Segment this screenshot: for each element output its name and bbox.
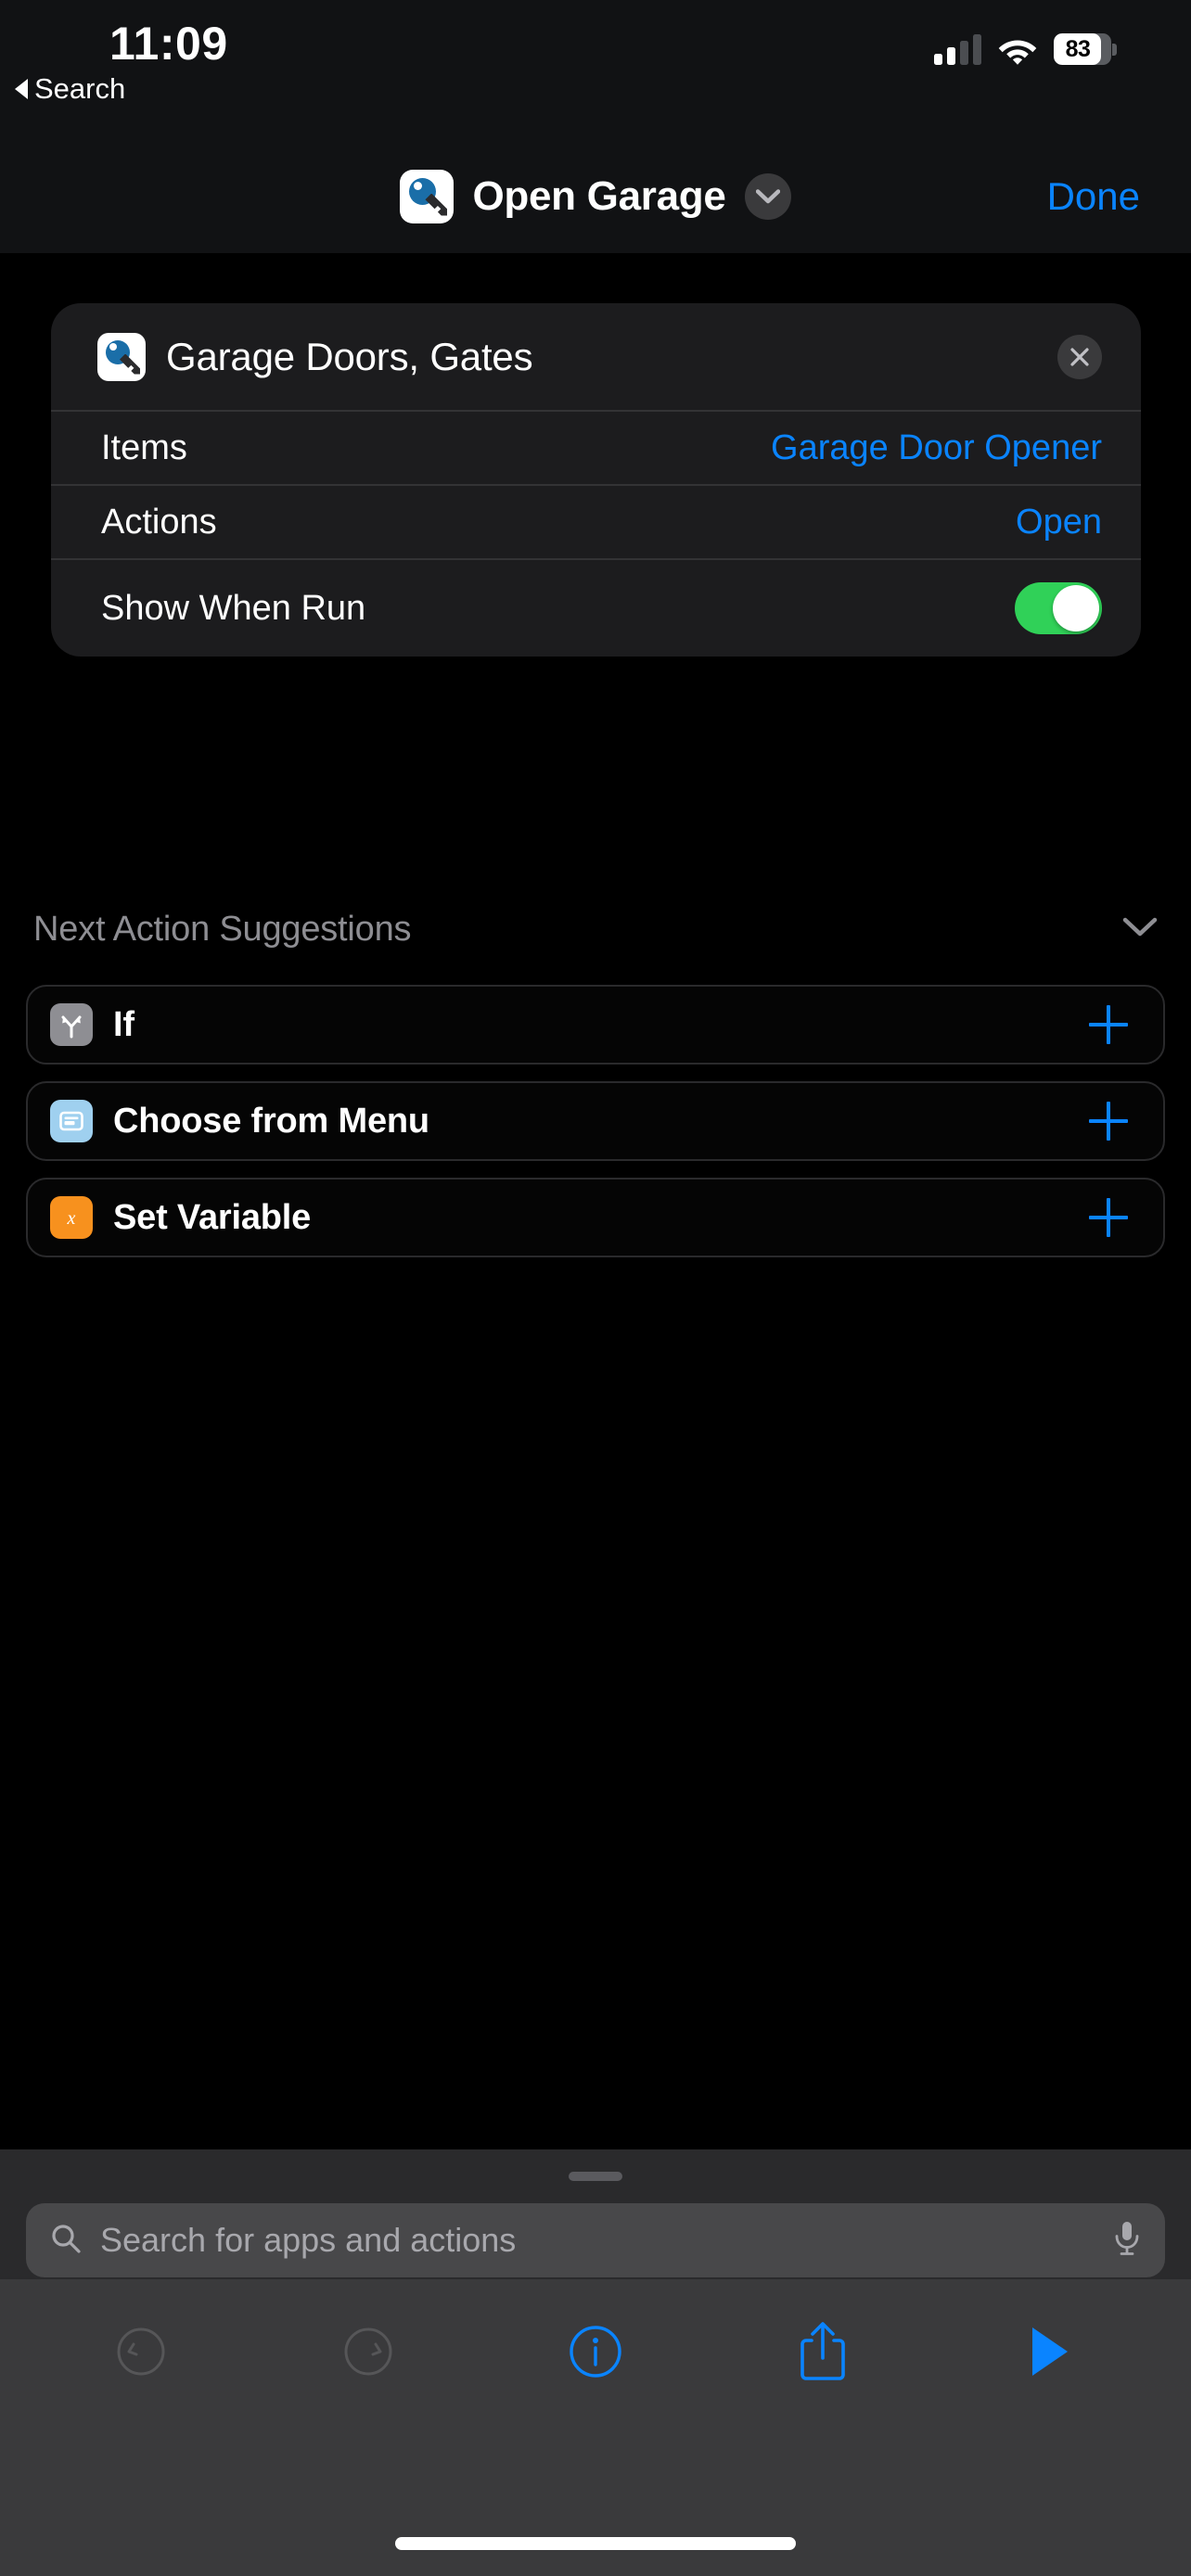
back-to-search-link[interactable]: Search	[15, 72, 125, 106]
key-icon	[97, 332, 146, 381]
parameter-row-show-when-run: Show When Run	[51, 560, 1141, 657]
parameter-row-items[interactable]: Items Garage Door Opener	[51, 412, 1141, 484]
search-placeholder: Search for apps and actions	[100, 2221, 517, 2259]
bottom-toolbar	[0, 2279, 1191, 2424]
close-x-icon[interactable]	[1057, 334, 1102, 379]
share-button[interactable]	[778, 2307, 867, 2396]
run-button[interactable]	[1005, 2307, 1095, 2396]
home-indicator	[395, 2537, 796, 2550]
plus-icon[interactable]	[1087, 1196, 1130, 1239]
microphone-icon[interactable]	[1113, 2220, 1141, 2262]
drag-handle[interactable]	[569, 2172, 622, 2181]
variable-x-icon: x	[50, 1196, 93, 1239]
suggestion-item-set-variable[interactable]: x Set Variable	[26, 1178, 1165, 1257]
svg-text:x: x	[67, 1208, 76, 1229]
next-action-suggestions-header[interactable]: Next Action Suggestions	[33, 901, 1158, 957]
key-icon	[400, 169, 455, 223]
page-title: Open Garage	[472, 172, 726, 219]
search-panel: Search for apps and actions	[0, 2149, 1191, 2279]
done-button[interactable]: Done	[1047, 139, 1140, 253]
search-input[interactable]: Search for apps and actions	[26, 2203, 1165, 2277]
plus-icon[interactable]	[1087, 1100, 1130, 1142]
shortcut-title-group[interactable]: Open Garage	[0, 139, 1191, 253]
status-bar: 11:09 83	[0, 0, 1191, 139]
suggestion-label: Choose from Menu	[113, 1101, 429, 1141]
action-card: Garage Doors, Gates Items Garage Door Op…	[51, 303, 1141, 657]
battery-percent-label: 83	[1065, 35, 1091, 62]
parameter-value[interactable]: Open	[1016, 503, 1102, 542]
action-card-header[interactable]: Garage Doors, Gates	[51, 303, 1141, 410]
action-card-title: Garage Doors, Gates	[166, 334, 533, 378]
parameter-label: Actions	[101, 502, 217, 542]
parameter-label: Show When Run	[101, 588, 366, 628]
suggestion-item-if[interactable]: If	[26, 985, 1165, 1065]
plus-icon[interactable]	[1087, 1003, 1130, 1046]
suggestion-label: Set Variable	[113, 1197, 312, 1237]
back-triangle-icon	[15, 79, 28, 99]
status-bar-time: 11:09	[109, 18, 228, 70]
battery-icon: 83	[1054, 33, 1117, 65]
parameter-row-actions[interactable]: Actions Open	[51, 486, 1141, 558]
menu-list-icon	[50, 1100, 93, 1142]
parameter-value[interactable]: Garage Door Opener	[771, 428, 1102, 468]
shortcuts-editor-screen: 11:09 83 Search Open Garage Done Garage …	[0, 0, 1191, 2576]
home-indicator-area	[0, 2424, 1191, 2576]
chevron-down-icon[interactable]	[744, 172, 791, 220]
status-bar-indicators: 83	[934, 33, 1117, 65]
redo-button[interactable]	[324, 2307, 413, 2396]
parameter-label: Items	[101, 427, 187, 467]
info-button[interactable]	[551, 2307, 640, 2396]
search-icon	[50, 2223, 82, 2259]
undo-button[interactable]	[96, 2307, 186, 2396]
suggestions-list: If Choose from Menu x Set Variable	[26, 985, 1165, 1274]
navigation-bar: Open Garage Done	[0, 139, 1191, 253]
branch-icon	[50, 1003, 93, 1046]
cellular-signal-icon	[934, 33, 981, 65]
suggestions-header-label: Next Action Suggestions	[33, 909, 412, 949]
suggestion-item-choose-from-menu[interactable]: Choose from Menu	[26, 1081, 1165, 1161]
wifi-icon	[997, 34, 1038, 65]
back-link-label: Search	[34, 72, 126, 105]
show-when-run-toggle[interactable]	[1015, 582, 1102, 634]
suggestion-label: If	[113, 1004, 134, 1044]
chevron-down-icon[interactable]	[1122, 917, 1158, 942]
